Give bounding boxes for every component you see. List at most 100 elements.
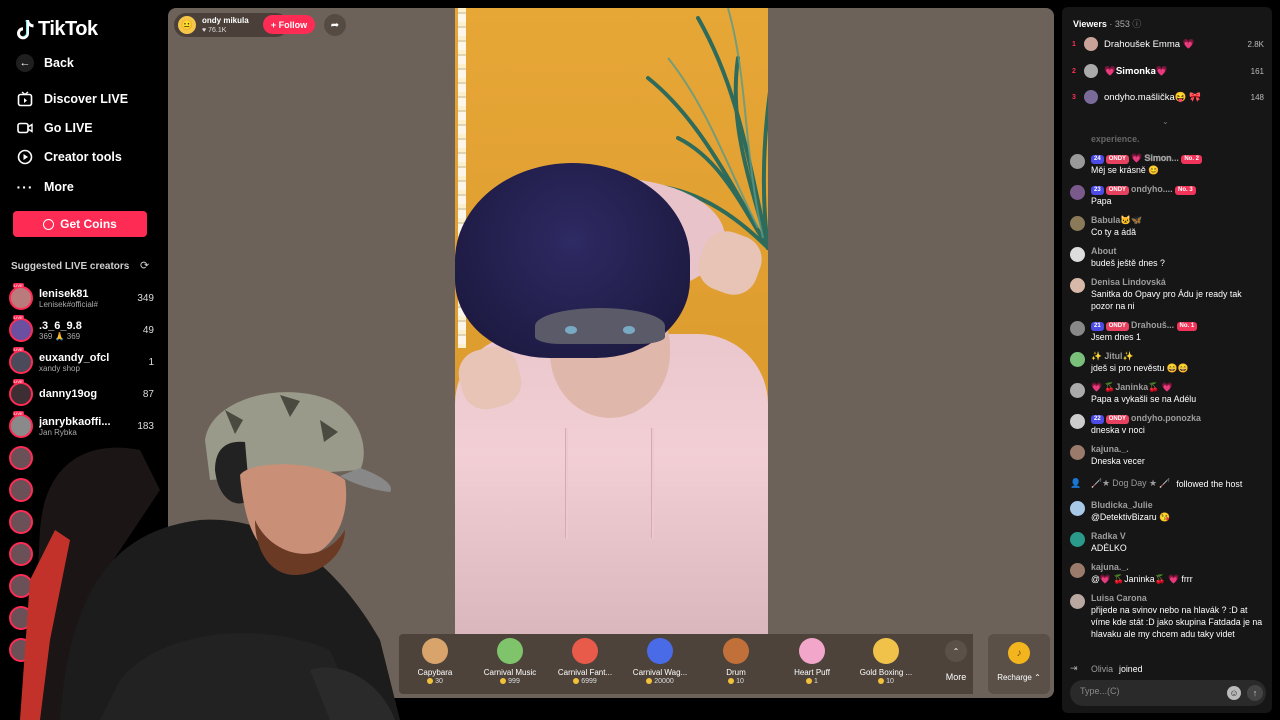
avatar[interactable] [1070,352,1085,367]
top-viewer-row[interactable]: 2 💗𝐒𝐢𝐦𝐨𝐧𝐤𝐚💗 161 [1072,62,1264,80]
avatar[interactable] [1070,154,1085,169]
viewer-count: 49 [142,324,154,336]
nav-label: More [44,180,74,194]
chat-username[interactable]: About [1091,245,1266,257]
avatar[interactable] [1070,278,1085,293]
gift-name: Capybara [417,668,453,677]
chat-username[interactable]: Luisa Carona [1091,592,1266,604]
rank: 3 [1072,93,1076,101]
viewers-count: · 353 [1109,19,1130,29]
avatar[interactable] [1070,563,1085,578]
avatar[interactable] [1070,445,1085,460]
share-icon[interactable]: ➦ [324,14,346,36]
nav-more[interactable]: ··· More [16,178,74,196]
top-viewer-row[interactable]: 3 ondyho.mašlička😝 🎀 148 [1072,88,1264,106]
chat-username[interactable]: Bludicka_Julie [1091,499,1266,511]
back-button[interactable]: ← Back [16,54,74,72]
avatar[interactable] [1070,216,1085,231]
chat-username[interactable]: Drahouš... [1131,320,1174,330]
chat-input-box[interactable]: ☺ ↑ [1070,680,1266,706]
user-follow-icon: 👤 [1070,478,1082,488]
tiktok-logo[interactable]: TikTok [16,18,98,41]
chat-username[interactable]: 💗 🍒Janinka🍒 💗 [1091,381,1266,393]
chat-username[interactable]: Radka V [1091,530,1266,542]
get-coins-button[interactable]: Get Coins [13,211,147,237]
chat-text: dneska v noci [1091,425,1145,435]
gift-name: Carnival Music [483,668,537,677]
chat-username[interactable]: 🦯★ Dog Day ★ 🦯 [1091,478,1170,489]
nav-discover-live[interactable]: Discover LIVE [16,90,128,108]
avatar[interactable] [1070,532,1085,547]
avatar[interactable] [1070,501,1085,516]
gift-carnival-music[interactable]: Carnival Music 999 [475,638,545,685]
avatar[interactable] [1070,414,1085,429]
recharge-label: Recharge [997,673,1032,682]
avatar[interactable] [1070,321,1085,336]
nav-creator-tools[interactable]: Creator tools [16,148,122,166]
follow-button[interactable]: + Follow [263,15,315,34]
gift-bar: Capybara 30 Carnival Music 999 Carnival … [399,634,973,694]
chat-username[interactable]: ondyho.... [1131,184,1173,194]
back-label: Back [44,56,74,70]
viewer-count: 349 [137,292,154,304]
chat-username[interactable]: Denisa Lindovská [1091,276,1266,288]
coin-icon [43,218,55,230]
avatar[interactable] [1070,594,1085,609]
chat-username[interactable]: Babula🐱🦋 [1091,214,1266,226]
suggested-creator[interactable]: euxandy_ofclxandy shop 1 [9,347,154,377]
chat-username[interactable]: ondyho.ponozka [1131,413,1201,423]
level-badge: 21 [1091,322,1104,331]
emoji-icon[interactable]: ☺ [1227,686,1241,700]
follow-event: 👤 🦯★ Dog Day ★ 🦯 followed the host [1070,478,1266,489]
gift-heart-puff[interactable]: Heart Puff 1 [777,638,847,685]
chat-text: @DetektivBizaru 😘 [1091,512,1171,522]
suggested-creator[interactable]: .3_6_9.8369 🙏 369 49 [9,315,154,345]
avatar[interactable] [1070,185,1085,200]
eye [565,326,577,334]
rank-badge: No. 1 [1176,322,1198,331]
chat-username[interactable]: kajuna._. [1091,443,1266,455]
suggested-creator[interactable]: lenisek81Lenisek#official# 349 [9,283,154,313]
gift-drum[interactable]: Drum 10 [701,638,771,685]
join-event: ⇥ Olivia joined [1070,663,1266,674]
join-icon: ⇥ [1070,663,1078,673]
avatar[interactable] [1070,247,1085,262]
tiktok-note-icon [17,19,34,39]
viewers-header[interactable]: Viewers · 353 ⓘ [1073,17,1141,30]
gift-gold-boxing[interactable]: Gold Boxing ... 10 [851,638,921,685]
host-avatar: 😐 [178,16,196,34]
chat-username[interactable]: Olivia [1091,664,1113,674]
chat-message: 21 ONDY Drahouš... No. 1 Jsem dnes 1 [1070,319,1266,343]
nav-go-live[interactable]: Go LIVE [16,119,93,137]
chat-username[interactable]: ✨ Jitul✨ [1091,350,1266,362]
chat-message: About budeš ještě dnes ? [1070,245,1266,269]
chat-message: Luisa Carona přijede na svinov nebo na h… [1070,592,1266,640]
refresh-icon[interactable]: ⟳ [140,259,149,272]
gift-name: Gold Boxing ... [859,668,913,677]
live-tv-icon [16,90,34,108]
avatar [9,283,33,310]
gift-capybara[interactable]: Capybara 30 [400,638,470,685]
chat-username[interactable]: kajuna._. [1091,561,1266,573]
avatar [1084,90,1098,104]
chat-text: Papa [1091,196,1112,206]
chat-input[interactable] [1080,686,1220,696]
chevron-down-icon[interactable]: ⌄ [1162,117,1169,126]
more-gifts-button[interactable]: ⌃ More [938,640,974,682]
gift-name: Carnival Wag... [632,668,688,677]
level-badge: 22 [1091,415,1104,424]
chat-username[interactable]: 💗 𝐒𝐢𝐦𝐨𝐧... [1131,153,1179,163]
gift-carnival-wag[interactable]: Carnival Wag... 20000 [625,638,695,685]
headband [535,308,665,344]
recharge-button[interactable]: ♪ Recharge ⌃ [988,634,1050,694]
top-viewer-row[interactable]: 1 Drahoušek Emma 💗 2.8K [1072,35,1264,53]
logo-text: TikTok [38,18,98,40]
heart-icon: ♥ [202,26,207,34]
gift-carnival-fant[interactable]: Carnival Fant... 6999 [550,638,620,685]
send-icon[interactable]: ↑ [1247,685,1263,701]
streamer-webcam-overlay [20,392,400,720]
chat-message: ✨ Jitul✨ jdeš si pro nevěstu 😄😄 [1070,350,1266,374]
avatar[interactable] [1070,383,1085,398]
avatar [9,315,33,342]
live-video[interactable] [455,8,768,634]
